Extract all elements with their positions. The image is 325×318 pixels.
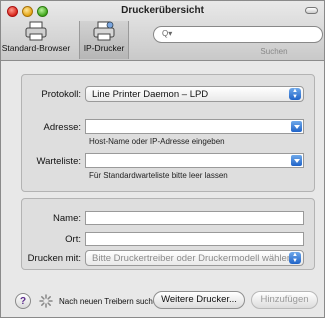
add-button[interactable]: Hinzufügen [251, 291, 318, 309]
popup-arrows-icon: ▲ ▼ [289, 252, 301, 264]
search-area: Q▾ Suchen [153, 26, 323, 56]
warteliste-field[interactable] [85, 153, 304, 168]
toolbar-toggle-button[interactable] [305, 7, 318, 14]
drucken-mit-label: Drucken mit: [27, 253, 81, 264]
window-title: Druckerübersicht [121, 5, 204, 16]
spinner-icon [39, 294, 53, 308]
dropdown-arrow-icon[interactable] [291, 155, 302, 166]
search-icon: Q▾ [162, 29, 173, 38]
printer-icon [25, 21, 47, 41]
ip-printer-button[interactable]: IP-Drucker [79, 21, 129, 59]
drucken-mit-popup[interactable]: Bitte Druckertreiber oder Druckermodell … [85, 250, 304, 266]
name-field[interactable] [85, 211, 304, 225]
popup-arrows-icon: ▲ ▼ [289, 88, 301, 100]
protokoll-label: Protokoll: [41, 89, 81, 100]
network-printer-icon [93, 21, 115, 41]
status-text: Nach neuen Treibern suchen [59, 297, 162, 306]
drucken-mit-value: Bitte Druckertreiber oder Druckermodell … [92, 253, 293, 264]
adresse-hint: Host-Name oder IP-Adresse eingeben [89, 137, 225, 146]
standard-browser-button[interactable]: Standard-Browser [1, 21, 71, 59]
protokoll-value: Line Printer Daemon – LPD [92, 89, 209, 100]
help-button[interactable]: ? [15, 293, 31, 309]
warteliste-label: Warteliste: [36, 156, 81, 167]
ip-printer-label: IP-Drucker [83, 43, 125, 53]
ort-field[interactable] [85, 232, 304, 246]
search-field[interactable]: Q▾ [153, 26, 323, 43]
ort-label: Ort: [65, 234, 81, 245]
adresse-field[interactable] [85, 119, 304, 134]
name-label: Name: [53, 213, 81, 224]
protokoll-popup[interactable]: Line Printer Daemon – LPD ▲ ▼ [85, 86, 304, 102]
adresse-label: Adresse: [43, 122, 82, 133]
search-label: Suchen [260, 47, 288, 56]
printer-browser-window: Druckerübersicht Standard-Browser IP-Dru… [0, 0, 325, 318]
dropdown-arrow-icon[interactable] [291, 121, 302, 132]
more-printers-button[interactable]: Weitere Drucker... [153, 291, 245, 309]
standard-browser-label: Standard-Browser [1, 43, 71, 53]
toolbar: Druckerübersicht Standard-Browser IP-Dru… [1, 1, 324, 61]
warteliste-hint: Für Standardwarteliste bitte leer lassen [89, 171, 228, 180]
